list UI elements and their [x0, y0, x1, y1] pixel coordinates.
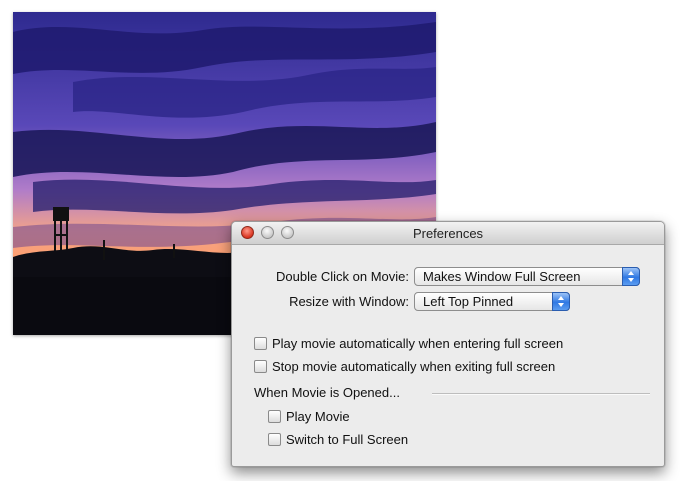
switch-full-screen-label: Switch to Full Screen	[286, 431, 409, 447]
double-click-label: Double Click on Movie:	[276, 269, 409, 284]
section-divider	[432, 393, 650, 395]
double-click-popup[interactable]: Makes Window Full Screen	[414, 267, 640, 286]
double-click-value: Makes Window Full Screen	[423, 269, 581, 284]
play-on-enter-label: Play movie automatically when entering f…	[272, 335, 564, 351]
stop-on-exit-label: Stop movie automatically when exiting fu…	[272, 358, 556, 374]
preferences-window: Preferences Double Click on Movie: Makes…	[231, 221, 665, 467]
play-on-enter-checkbox[interactable]	[254, 336, 267, 350]
title-bar[interactable]: Preferences	[232, 222, 664, 245]
popup-arrows-icon	[622, 267, 640, 286]
resize-label: Resize with Window:	[289, 294, 409, 309]
stop-on-exit-option[interactable]: Stop movie automatically when exiting fu…	[254, 358, 555, 374]
play-on-enter-option[interactable]: Play movie automatically when entering f…	[254, 335, 563, 351]
play-movie-label: Play Movie	[286, 408, 350, 424]
resize-value: Left Top Pinned	[423, 294, 514, 309]
play-movie-checkbox[interactable]	[268, 409, 281, 423]
window-title: Preferences	[412, 226, 484, 241]
switch-full-screen-checkbox[interactable]	[268, 432, 281, 446]
popup-arrows-icon	[552, 292, 570, 311]
resize-popup[interactable]: Left Top Pinned	[414, 292, 570, 311]
switch-full-screen-option[interactable]: Switch to Full Screen	[268, 431, 408, 447]
stop-on-exit-checkbox[interactable]	[254, 359, 267, 373]
play-movie-option[interactable]: Play Movie	[268, 408, 350, 424]
when-opened-heading: When Movie is Opened...	[254, 385, 400, 400]
